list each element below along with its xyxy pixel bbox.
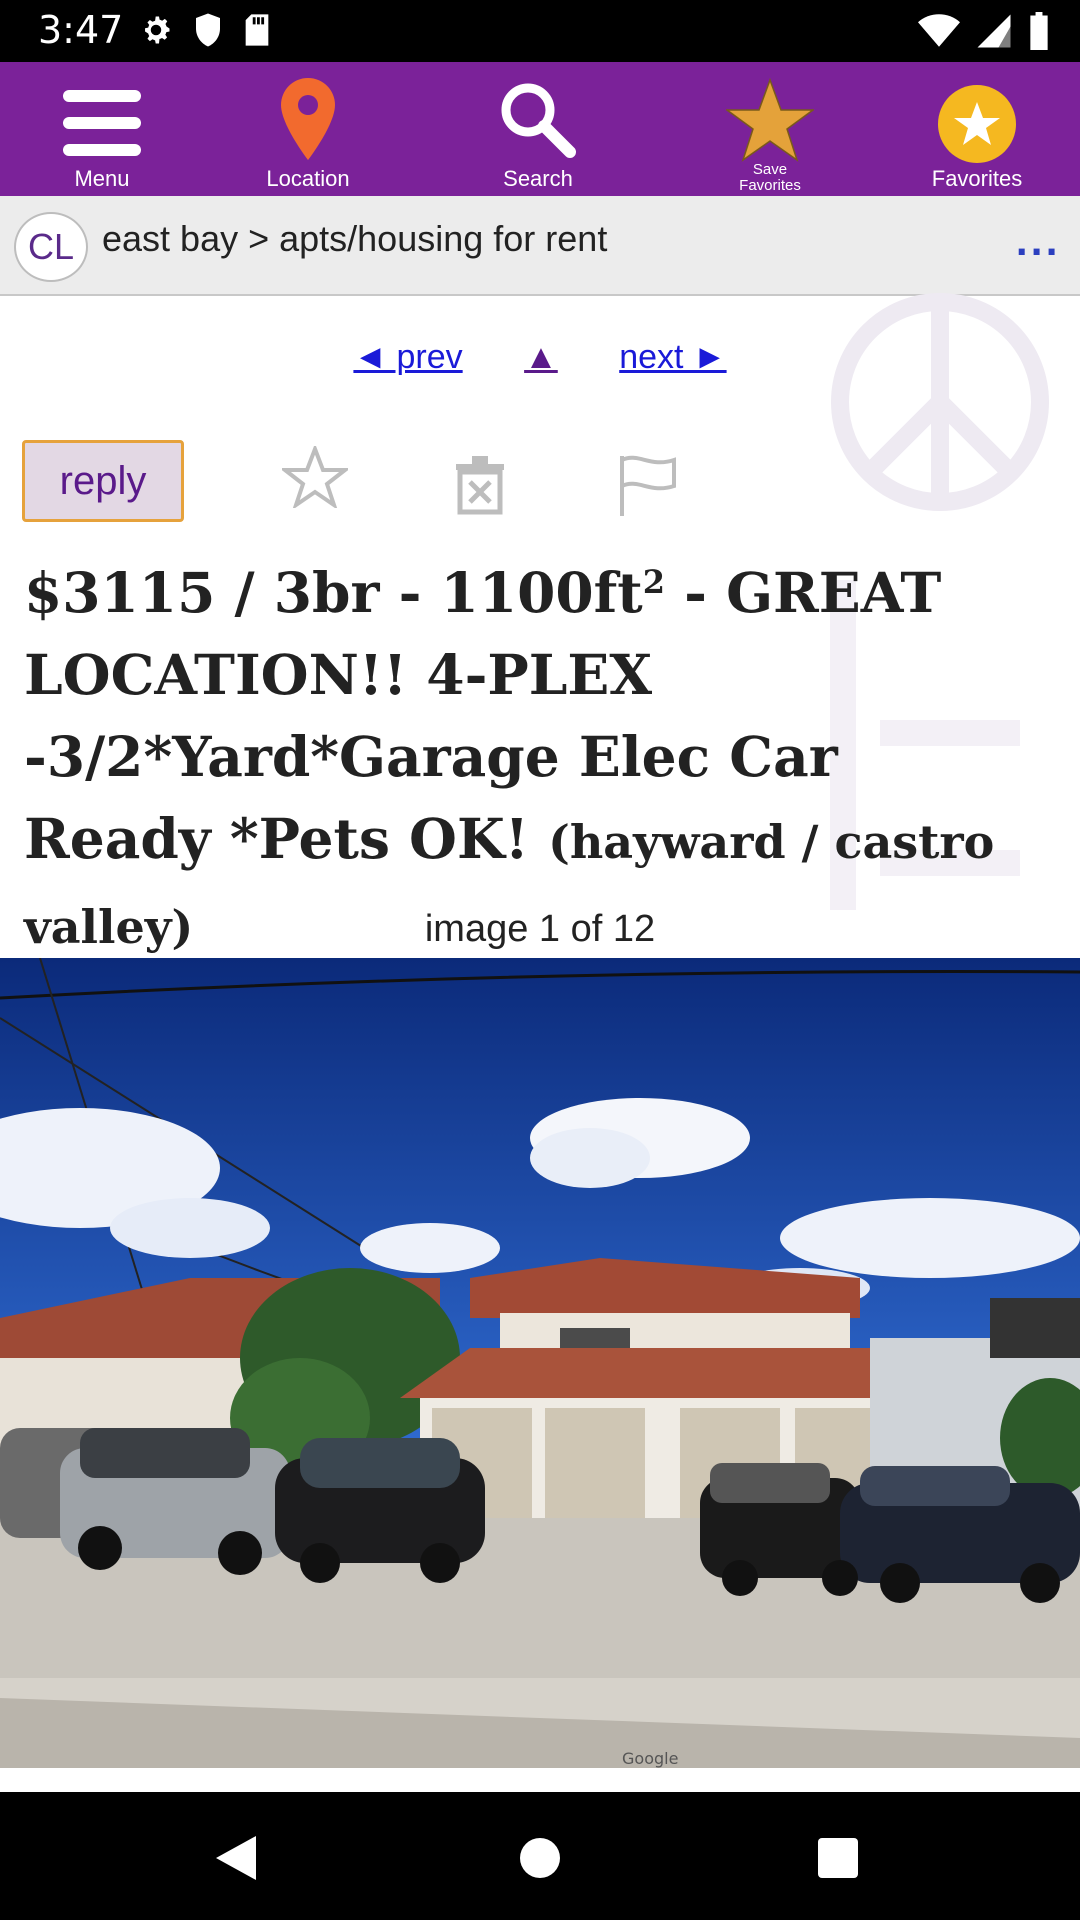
battery-icon — [1030, 12, 1048, 50]
title-price-size: $3115 / 3br - 1100ft — [24, 560, 643, 625]
hide-trash-icon[interactable] — [450, 452, 510, 516]
favorites-button[interactable]: Favorites — [917, 62, 1037, 196]
post-title: $3115 / 3br - 1100ft2 - GREAT LOCATION!!… — [24, 552, 1034, 968]
gear-icon — [145, 16, 170, 44]
next-link[interactable]: next ► — [619, 338, 726, 376]
status-icons-right — [918, 12, 1050, 50]
post-navigation: ◄ prev ▲ next ► — [0, 338, 1080, 377]
listing-photo-scene: Google — [0, 958, 1080, 1768]
status-icons-left — [138, 12, 272, 48]
sd-card-icon — [245, 14, 269, 46]
up-link[interactable]: ▲ — [524, 338, 558, 376]
reply-button[interactable]: reply — [22, 440, 184, 522]
location-label: Location — [266, 166, 350, 191]
location-button[interactable]: Location — [248, 62, 368, 196]
signal-icon — [977, 14, 1011, 48]
breadcrumb[interactable]: east bay > apts/housing for rent — [102, 218, 607, 260]
star-circle-icon — [938, 85, 1016, 163]
recents-icon[interactable] — [816, 1836, 860, 1880]
status-time: 3:47 — [38, 8, 124, 52]
menu-button[interactable]: Menu — [42, 62, 162, 196]
star-icon — [726, 78, 814, 162]
hamburger-menu-icon — [63, 90, 141, 156]
listing-photo[interactable]: Google — [0, 958, 1080, 1768]
search-button[interactable]: Search — [478, 62, 598, 196]
more-options-button[interactable]: ... — [1015, 224, 1060, 264]
system-nav-bar — [0, 1792, 1080, 1920]
save-favorites-button[interactable]: Save Favorites — [710, 62, 830, 196]
location-pin-icon — [281, 78, 335, 160]
wifi-icon — [918, 14, 960, 47]
favorite-star-icon[interactable] — [282, 446, 348, 508]
breadcrumb-bar: CL east bay > apts/housing for rent ... — [0, 196, 1080, 296]
status-bar: 3:47 — [0, 0, 1080, 62]
cl-home-badge[interactable]: CL — [14, 212, 88, 282]
title-superscript: 2 — [642, 563, 665, 601]
prev-link[interactable]: ◄ prev — [353, 338, 462, 376]
save-favorites-label: Save Favorites — [739, 161, 801, 194]
back-icon[interactable] — [214, 1834, 258, 1882]
home-icon[interactable] — [518, 1836, 562, 1880]
search-label: Search — [503, 166, 573, 191]
image-caption: image 1 of 12 — [424, 908, 656, 950]
search-icon — [501, 83, 576, 158]
flag-icon[interactable] — [618, 454, 678, 518]
app-toolbar: Menu Location Search Save Favorites Favo… — [0, 62, 1080, 196]
menu-label: Menu — [74, 166, 130, 191]
shield-icon — [196, 13, 220, 47]
photo-watermark: Google — [622, 1749, 678, 1768]
favorites-label: Favorites — [931, 166, 1023, 191]
